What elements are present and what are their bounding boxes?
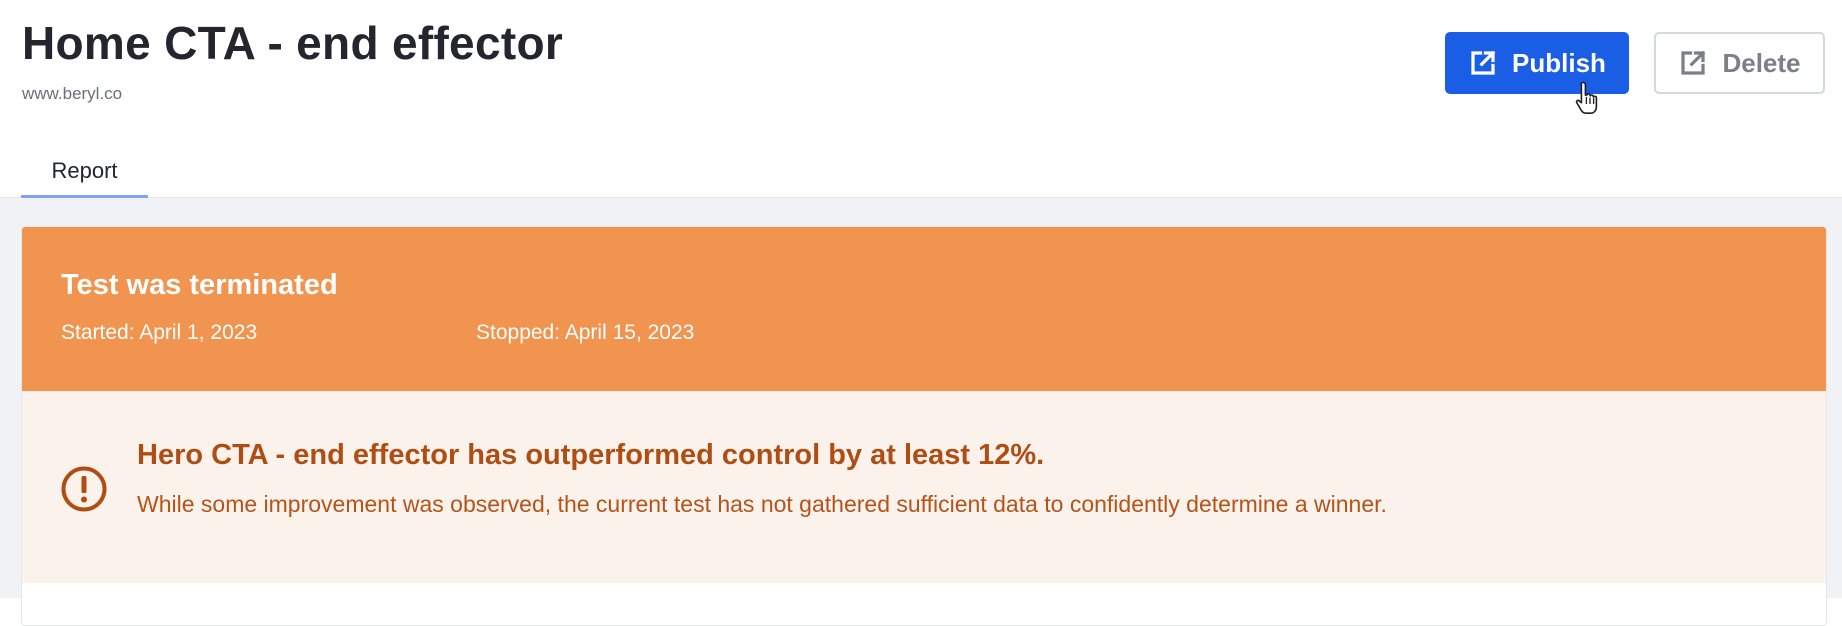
external-link-icon [1681,50,1706,75]
result-notice: Hero CTA - end effector has outperformed… [22,391,1826,583]
result-notice-title: Hero CTA - end effector has outperformed… [137,439,1045,471]
external-link-icon [1471,50,1496,75]
report-card: Test was terminated Started: April 1, 20… [21,226,1827,626]
stopped-date: Stopped: April 15, 2023 [476,321,695,344]
page-header: Home CTA - end effector www.beryl.co Pub… [0,0,1842,198]
result-notice-body: While some improvement was observed, the… [137,491,1387,517]
publish-button-label: Publish [1512,47,1606,78]
delete-button-label: Delete [1722,47,1801,78]
alert-circle-icon [61,466,107,512]
delete-button[interactable]: Delete [1654,32,1825,94]
hand-pointer-icon [1575,81,1598,114]
status-banner-title: Test was terminated [61,269,338,301]
tab-report-label: Report [51,158,118,183]
status-banner: Test was terminated Started: April 1, 20… [22,227,1826,391]
report-content: Test was terminated Started: April 1, 20… [0,198,1842,626]
page-title: Home CTA - end effector [22,17,564,69]
page-url: www.beryl.co [22,84,123,103]
tab-report[interactable]: Report [21,150,148,198]
started-date: Started: April 1, 2023 [61,321,258,344]
